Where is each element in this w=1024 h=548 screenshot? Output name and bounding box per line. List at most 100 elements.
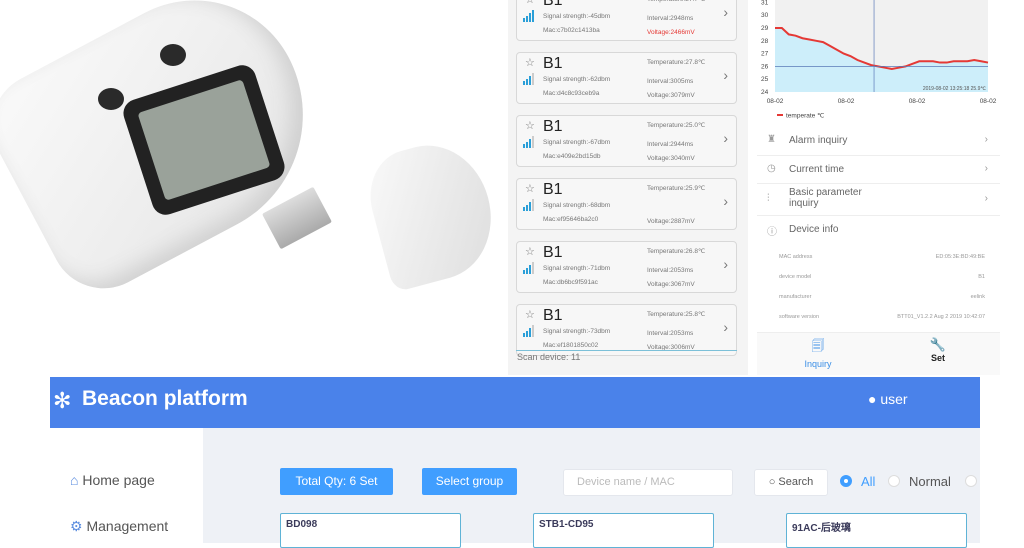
menu-item[interactable]: ♜ Alarm inquiry › (757, 126, 1000, 156)
signal-bar (526, 16, 528, 22)
mac: Mac:c7b02c1413ba (543, 27, 600, 34)
mac: Mac:d4c8c93ceb9a (543, 90, 600, 97)
total-qty-button[interactable]: Total Qty: 6 Set (280, 468, 393, 495)
chevron-right-icon: › (723, 4, 728, 20)
chevron-right-icon: › (723, 130, 728, 146)
nav-set[interactable]: 🔧 Set (908, 337, 968, 363)
temperature: Temperature:27.8℃ (647, 59, 706, 66)
info-row: manufacturer eelink (779, 294, 985, 300)
signal-strength: Signal strength:-67dbm (543, 139, 611, 146)
y-tick-label: 27 (761, 51, 769, 58)
star-icon[interactable]: ☆ (525, 182, 535, 195)
signal-bar (529, 265, 531, 274)
chevron-right-icon: › (723, 256, 728, 272)
signal-bar (523, 81, 525, 85)
nav-inquiry[interactable]: 🗐 Inquiry (788, 337, 848, 369)
signal-bar (526, 268, 528, 274)
signal-bar (526, 205, 528, 211)
signal-bar (529, 202, 531, 211)
interval: Interval:2053ms (647, 330, 694, 337)
temperature: Temperature:26.8℃ (647, 248, 706, 255)
x-tick-label: 08-02 (909, 98, 926, 105)
legend-label: temperate ℃ (786, 113, 825, 120)
search-icon: ○ (768, 476, 776, 488)
user-menu[interactable]: ● user (868, 391, 908, 407)
voltage: Voltage:3040mV (647, 155, 695, 162)
menu-item[interactable]: ⫶ Basic parameter inquiry › (757, 184, 1000, 216)
signal-strength: Signal strength:-71dbm (543, 265, 611, 272)
chevron-right-icon: › (723, 193, 728, 209)
menu-item[interactable]: ◷ Current time › (757, 156, 1000, 184)
signal-icon (523, 10, 534, 22)
signal-bar (532, 199, 534, 211)
signal-strength: Signal strength:-68dbm (543, 202, 611, 209)
x-tick-label: 08-02 (980, 98, 997, 105)
device-list-item[interactable]: ☆ B1 Signal strength:-68dbm Mac:ef95646b… (516, 178, 737, 230)
mac: Mac:ef1801850c02 (543, 342, 599, 349)
radio-all[interactable] (840, 475, 852, 487)
interval: Interval:3005ms (647, 78, 694, 85)
clock-icon: ◷ (767, 163, 776, 174)
star-icon[interactable]: ☆ (525, 56, 535, 69)
inquiry-icon: 🗐 (811, 338, 825, 353)
sliders-icon: ⫶ (767, 193, 770, 204)
search-button[interactable]: ○ Search (754, 469, 828, 496)
device-info-header: ⓘ Device info (767, 224, 839, 238)
gear-icon: ⚙ (70, 518, 83, 534)
radio-other[interactable] (965, 475, 977, 487)
chevron-right-icon: › (984, 193, 988, 204)
signal-icon (523, 73, 534, 85)
home-icon: ⌂ (70, 472, 79, 488)
device-name: B1 (543, 307, 563, 324)
x-tick-label: 08-02 (767, 98, 784, 105)
star-icon[interactable]: ☆ (525, 119, 535, 132)
scan-count: Scan device: 11 (517, 352, 581, 362)
chevron-right-icon: › (723, 319, 728, 335)
y-tick-label: 31 (761, 0, 769, 6)
device-name: B1 (543, 0, 563, 9)
star-icon[interactable]: ☆ (525, 0, 535, 6)
chevron-right-icon: › (723, 67, 728, 83)
signal-icon (523, 325, 534, 337)
device-list-item[interactable]: ☆ B1 Signal strength:-45dbm Mac:c7b02c14… (516, 0, 737, 41)
mac: Mac:ef95646ba2c0 (543, 216, 599, 223)
signal-bar (526, 79, 528, 85)
signal-bar (523, 207, 525, 211)
device-list-item[interactable]: ☆ B1 Signal strength:-67dbm Mac:e409e2bd… (516, 115, 737, 167)
alarm-icon: ♜ (767, 134, 776, 145)
interval: Interval:2944ms (647, 141, 694, 148)
signal-bar (529, 13, 531, 22)
user-icon: ● (868, 391, 877, 407)
voltage: Voltage:2887mV (647, 218, 695, 225)
device-list-item[interactable]: ☆ B1 Signal strength:-73dbm Mac:ef180185… (516, 304, 737, 356)
voltage: Voltage:3079mV (647, 92, 695, 99)
product-photo (0, 0, 506, 370)
select-group-button[interactable]: Select group (422, 468, 517, 495)
info-row: MAC address ED:05:3E:BD:49:BE (779, 254, 985, 260)
temperature-chart: 24 25 26 27 28 29 30 31 08-02 08-02 08-02 08-02 2019… (761, 0, 997, 120)
sidebar-item-management[interactable]: ⚙ Management (70, 518, 168, 535)
signal-bar (532, 10, 534, 22)
info-icon: ⓘ (767, 227, 777, 238)
signal-strength: Signal strength:-45dbm (543, 13, 611, 20)
temperature: Temperature:25.0℃ (647, 122, 706, 129)
signal-bar (529, 139, 531, 148)
temperature: Temperature:25.9℃ (647, 185, 706, 192)
signal-bar (523, 270, 525, 274)
temperature: Temperature:25.8℃ (647, 311, 706, 318)
device-list-item[interactable]: ☆ B1 Signal strength:-62dbm Mac:d4c8c93c… (516, 52, 737, 104)
device-list-item[interactable]: ☆ B1 Signal strength:-71dbm Mac:db6bc9f5… (516, 241, 737, 293)
signal-bar (532, 325, 534, 337)
device-detail-panel: 24 25 26 27 28 29 30 31 08-02 08-02 08-02 08-02 2019… (757, 0, 1000, 375)
signal-bar (526, 142, 528, 148)
sidebar-item-home[interactable]: ⌂ Home page (70, 472, 155, 488)
y-tick-label: 24 (761, 89, 769, 96)
search-input[interactable]: Device name / MAC (563, 469, 733, 496)
cursor-label: 2019-08-02 13:25:18 25.9℃ (923, 86, 987, 92)
chevron-right-icon: › (984, 163, 988, 174)
y-tick-label: 28 (761, 38, 769, 45)
star-icon[interactable]: ☆ (525, 308, 535, 321)
star-icon[interactable]: ☆ (525, 245, 535, 258)
signal-icon (523, 136, 534, 148)
radio-normal[interactable] (888, 475, 900, 487)
